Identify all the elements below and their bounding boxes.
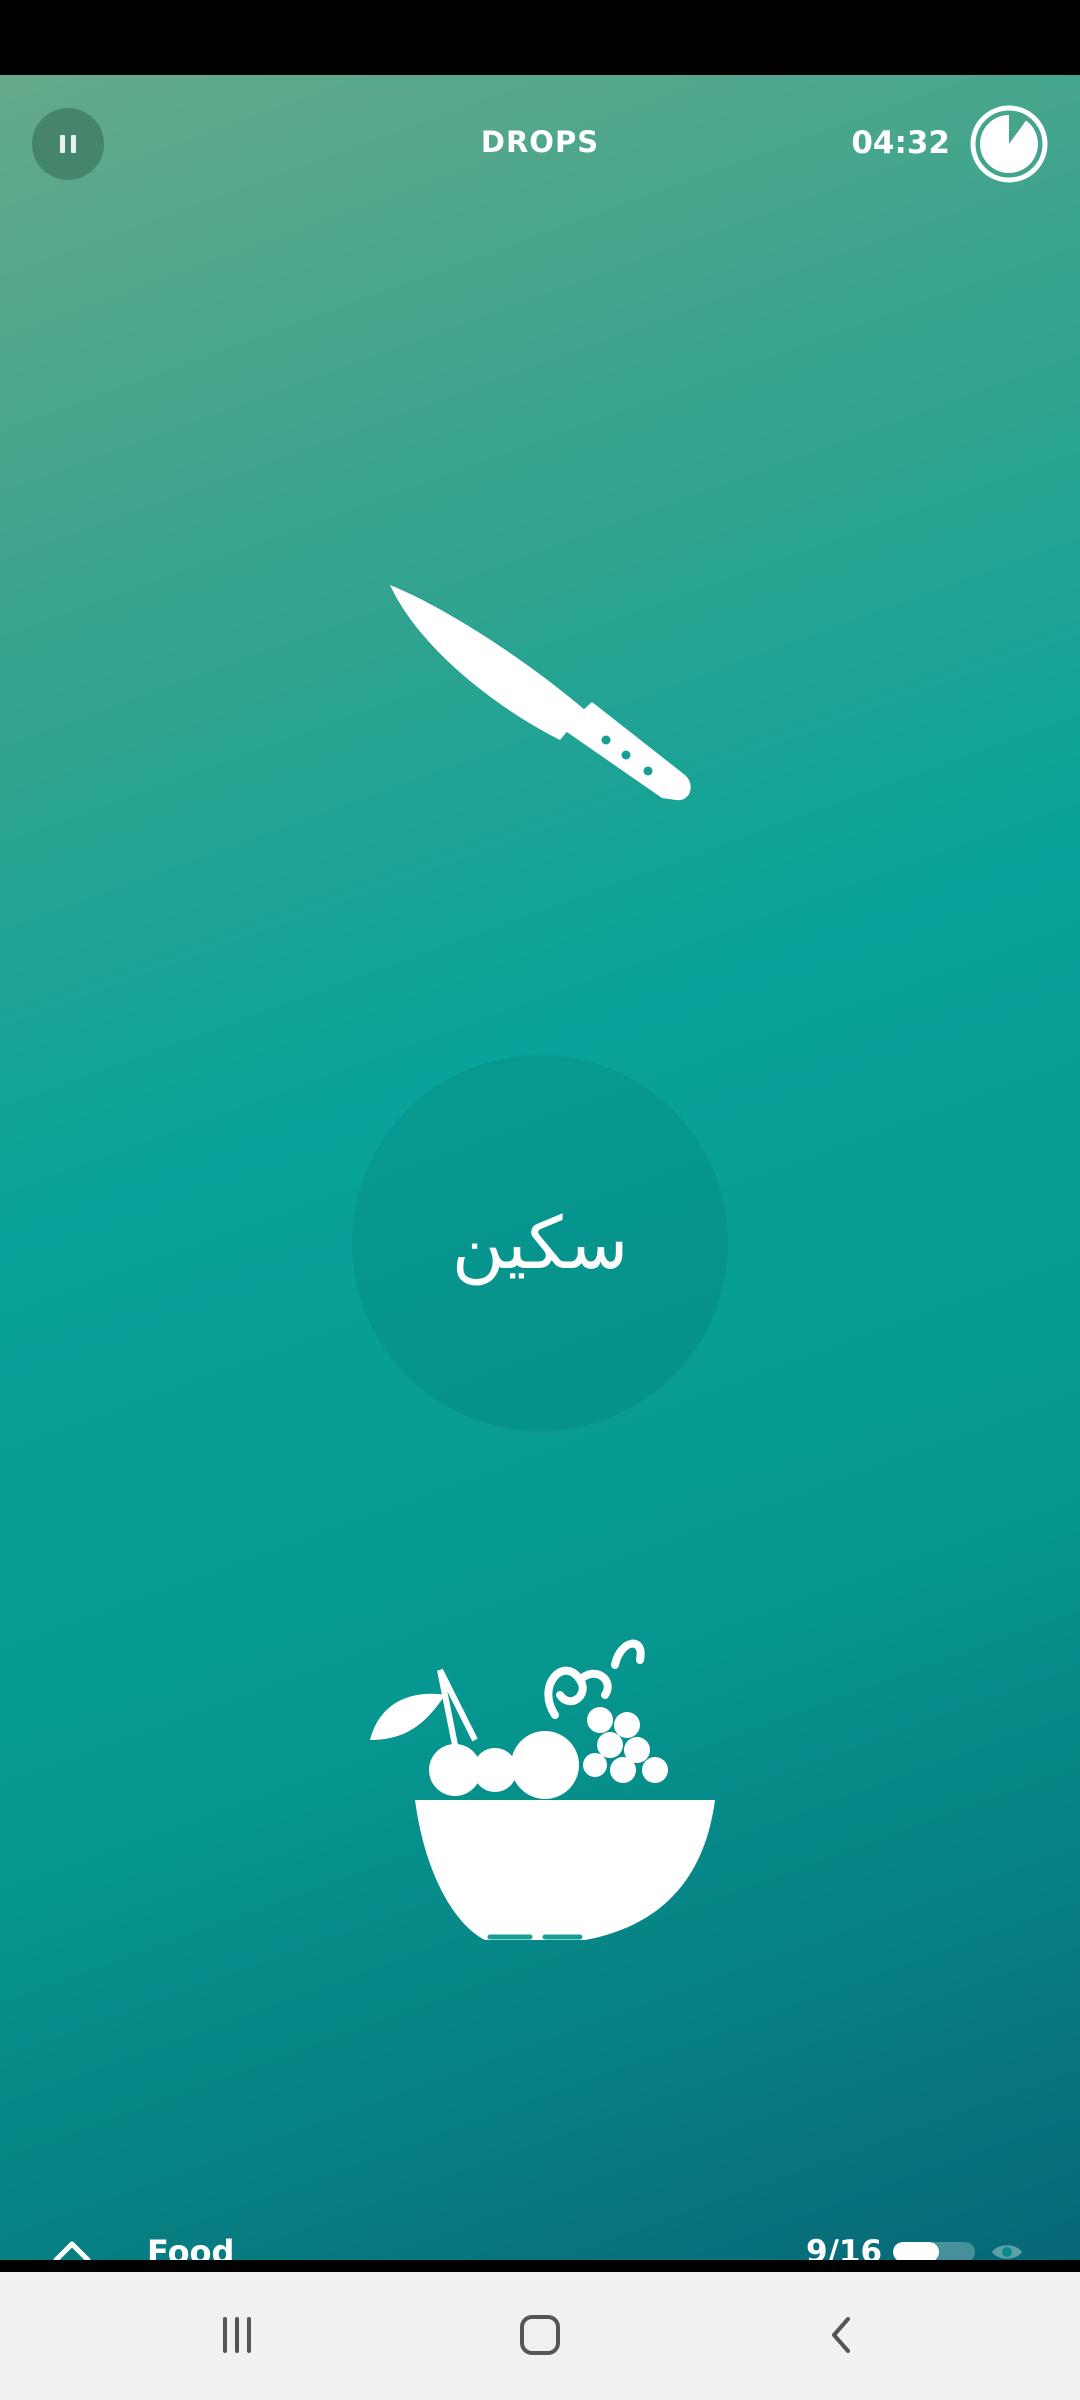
eye-icon[interactable]: [990, 2240, 1024, 2260]
home-icon[interactable]: [510, 2305, 570, 2365]
back-icon[interactable]: [812, 2305, 872, 2365]
timer-icon[interactable]: [968, 103, 1050, 185]
progress-fill: [893, 2242, 940, 2260]
recent-apps-icon[interactable]: [207, 2305, 267, 2365]
bottom-divider: [0, 2260, 1080, 2272]
chevron-up-icon[interactable]: [50, 2230, 94, 2260]
timer-text: 04:32: [851, 125, 950, 161]
knife-icon[interactable]: [380, 580, 700, 820]
lesson-footer: Food 9/16: [0, 2230, 1080, 2260]
topic-label[interactable]: Food: [147, 2230, 234, 2260]
lesson-screen: DROPS 04:32 سكين Food 9/16: [0, 75, 1080, 2260]
word-bubble[interactable]: سكين: [352, 1055, 728, 1431]
fruit-bowl-icon[interactable]: [365, 1625, 725, 1965]
status-bar: [0, 0, 1080, 75]
progress-count: 9/16: [806, 2234, 883, 2260]
word-text: سكين: [451, 1201, 629, 1285]
progress-bar: [893, 2242, 975, 2260]
